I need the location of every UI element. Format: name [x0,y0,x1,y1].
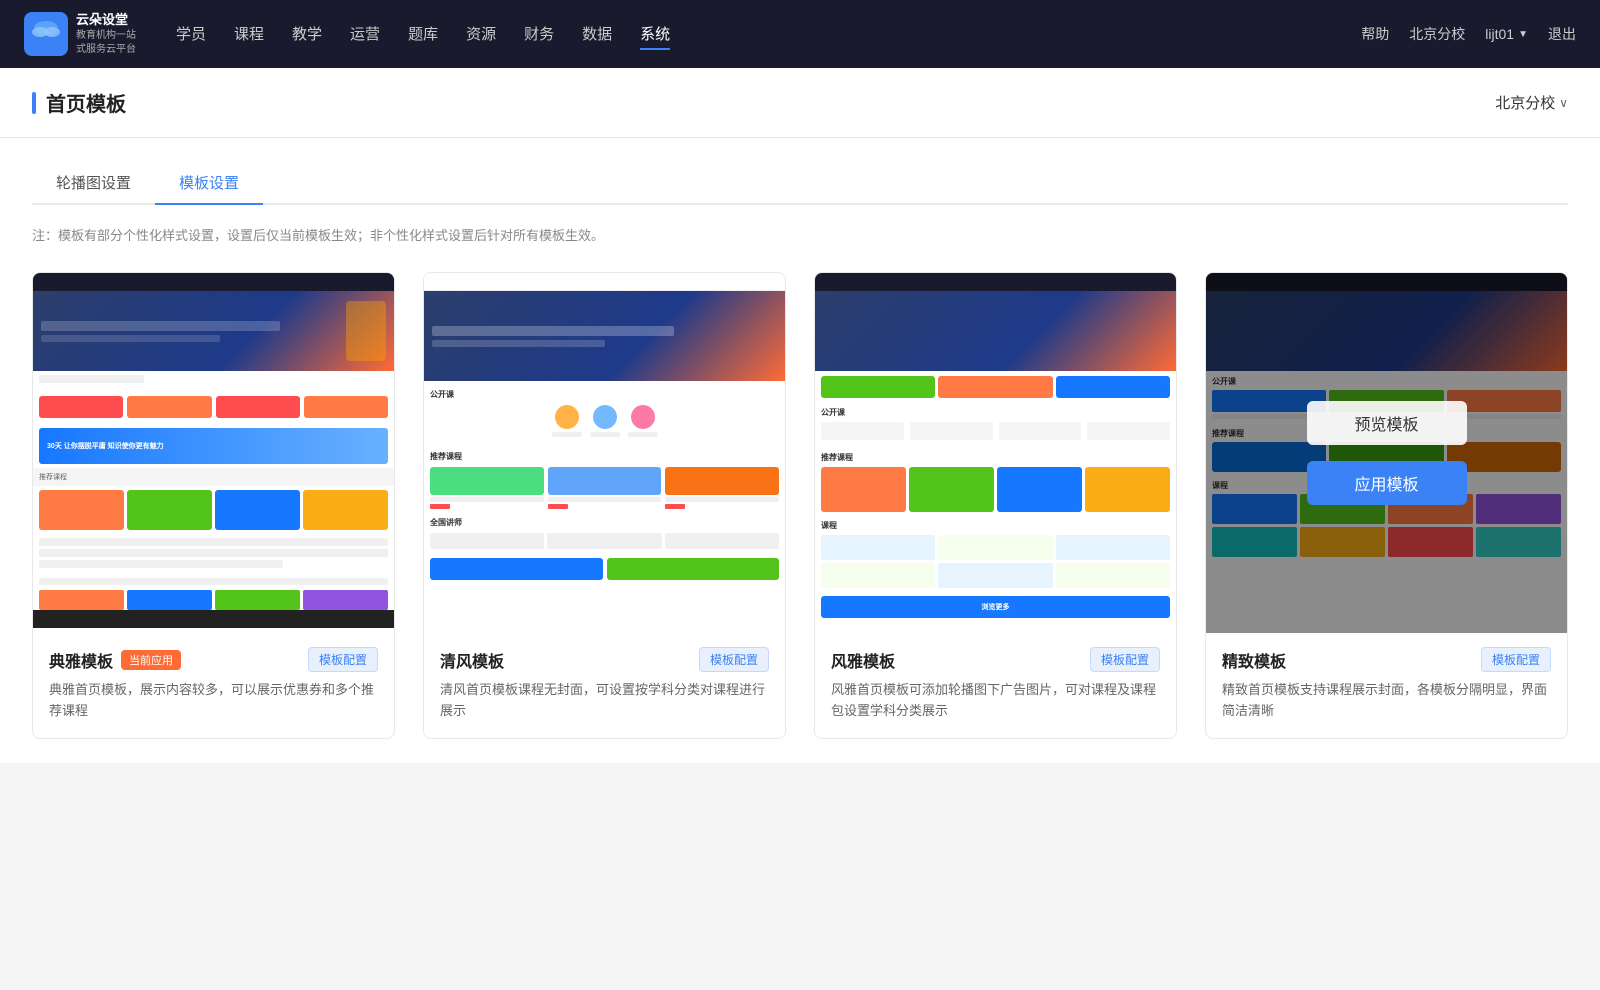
apply-template-button[interactable]: 应用模板 [1307,461,1467,505]
nav-menu: 学员 课程 教学 运营 题库 资源 财务 数据 系统 [176,19,670,50]
page-title: 首页模板 [46,88,126,117]
nav-item-operations[interactable]: 运营 [350,19,380,50]
template-name-1: 典雅模板 [49,648,113,672]
template-info-4: 精致模板 模板配置 精致首页模板支持课程展示封面，各模板分隔明显，界面简洁清晰 [1206,633,1567,738]
template-name-row-4: 精致模板 模板配置 [1222,647,1551,672]
tab-template[interactable]: 模板设置 [155,162,263,205]
nav-item-system[interactable]: 系统 [640,19,670,50]
badge-config-4[interactable]: 模板配置 [1481,647,1551,672]
template-name-row-2: 清风模板 模板配置 [440,647,769,672]
logo-text: 云朵设堂 教育机构一站 式服务云平台 [76,11,136,57]
nav-item-resources[interactable]: 资源 [466,19,496,50]
badge-config-1[interactable]: 模板配置 [308,647,378,672]
main-content: 轮播图设置 模板设置 注：模板有部分个性化样式设置，设置后仅当前模板生效；非个性… [0,138,1600,763]
template-preview-4[interactable]: 公开课 [1206,273,1567,633]
template-name-left-1: 典雅模板 当前应用 [49,648,181,672]
nav-item-finance[interactable]: 财务 [524,19,554,50]
branch-selector[interactable]: 北京分校 ∨ [1495,92,1568,113]
template-name-left-2: 清风模板 [440,648,504,672]
nav-item-data[interactable]: 数据 [582,19,612,50]
template-desc-3: 风雅首页模板可添加轮播图下广告图片，可对课程及课程包设置学科分类展示 [831,680,1160,722]
template-info-1: 典雅模板 当前应用 模板配置 典雅首页模板，展示内容较多，可以展示优惠券和多个推… [33,633,394,738]
template-name-row-1: 典雅模板 当前应用 模板配置 [49,647,378,672]
note-text: 注：模板有部分个性化样式设置，设置后仅当前模板生效；非个性化样式设置后针对所有模… [32,225,1568,244]
help-link[interactable]: 帮助 [1361,24,1389,44]
template-name-4: 精致模板 [1222,648,1286,672]
branch-label: 北京分校 [1495,92,1555,113]
logout-link[interactable]: 退出 [1548,24,1576,44]
user-menu-arrow: ▼ [1518,29,1528,40]
user-menu[interactable]: lijt01 ▼ [1485,26,1528,42]
template-preview-1[interactable]: 30天 让你摆脱平庸 知识使你更有魅力 推荐课程 [33,273,394,633]
template-desc-1: 典雅首页模板，展示内容较多，可以展示优惠券和多个推荐课程 [49,680,378,722]
tab-carousel[interactable]: 轮播图设置 [32,162,155,205]
logo-icon [24,12,68,56]
template-name-2: 清风模板 [440,648,504,672]
nav-item-teaching[interactable]: 教学 [292,19,322,50]
template-card-2: 公开课 [423,272,786,739]
username: lijt01 [1485,26,1514,42]
preview-template-button[interactable]: 预览模板 [1307,401,1467,445]
badge-current-1: 当前应用 [121,650,181,670]
template-card-4: 公开课 [1205,272,1568,739]
nav-right: 帮助 北京分校 lijt01 ▼ 退出 [1361,24,1576,44]
template-card-1: 30天 让你摆脱平庸 知识使你更有魅力 推荐课程 [32,272,395,739]
template-overlay-4: 预览模板 应用模板 [1206,273,1567,633]
template-preview-2[interactable]: 公开课 [424,273,785,633]
nav-item-question-bank[interactable]: 题库 [408,19,438,50]
nav-item-courses[interactable]: 课程 [234,19,264,50]
template-name-left-3: 风雅模板 [831,648,895,672]
branch-arrow-icon: ∨ [1559,96,1568,110]
page-title-wrap: 首页模板 [32,88,126,117]
page-header: 首页模板 北京分校 ∨ [0,68,1600,138]
template-card-3: 公开课 推荐课程 [814,272,1177,739]
template-grid: 30天 让你摆脱平庸 知识使你更有魅力 推荐课程 [32,272,1568,739]
page-title-bar [32,92,36,114]
nav-item-students[interactable]: 学员 [176,19,206,50]
template-preview-3[interactable]: 公开课 推荐课程 [815,273,1176,633]
nav-left: 云朵设堂 教育机构一站 式服务云平台 学员 课程 教学 运营 题库 资源 财务 … [24,11,670,57]
badge-config-3[interactable]: 模板配置 [1090,647,1160,672]
badge-config-2[interactable]: 模板配置 [699,647,769,672]
logo-sub: 教育机构一站 式服务云平台 [76,29,136,57]
branch-link[interactable]: 北京分校 [1409,24,1465,44]
logo-name: 云朵设堂 [76,11,136,29]
template-name-row-3: 风雅模板 模板配置 [831,647,1160,672]
template-info-2: 清风模板 模板配置 清风首页模板课程无封面，可设置按学科分类对课程进行展示 [424,633,785,738]
tab-bar: 轮播图设置 模板设置 [32,162,1568,205]
logo: 云朵设堂 教育机构一站 式服务云平台 [24,11,136,57]
template-desc-4: 精致首页模板支持课程展示封面，各模板分隔明显，界面简洁清晰 [1222,680,1551,722]
template-desc-2: 清风首页模板课程无封面，可设置按学科分类对课程进行展示 [440,680,769,722]
template-name-3: 风雅模板 [831,648,895,672]
template-name-left-4: 精致模板 [1222,648,1286,672]
template-info-3: 风雅模板 模板配置 风雅首页模板可添加轮播图下广告图片，可对课程及课程包设置学科… [815,633,1176,738]
navigation: 云朵设堂 教育机构一站 式服务云平台 学员 课程 教学 运营 题库 资源 财务 … [0,0,1600,68]
